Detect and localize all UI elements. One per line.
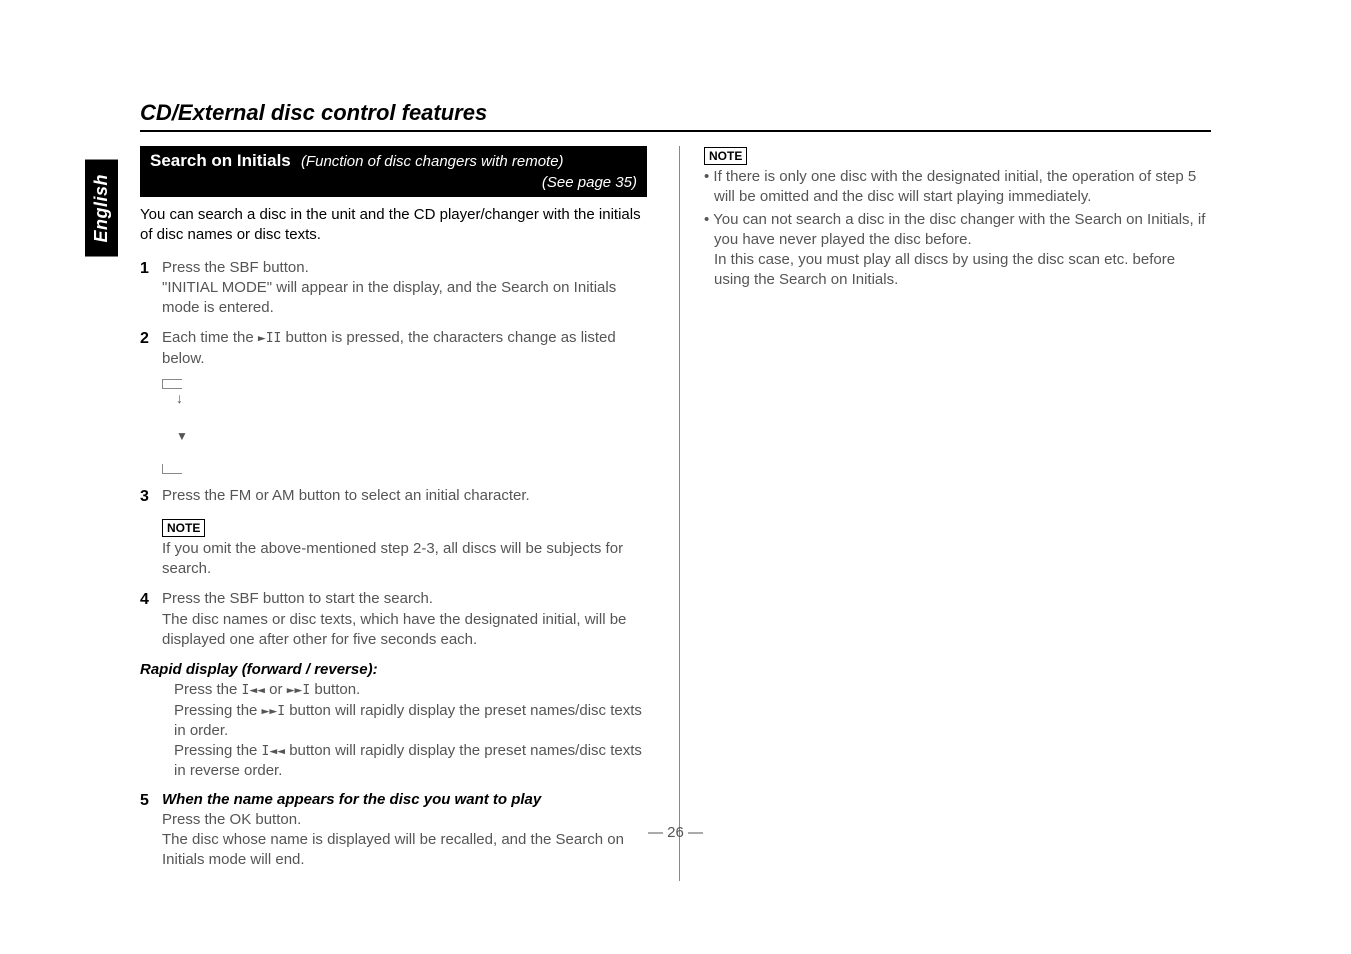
rapid-l1b: or [265, 681, 287, 698]
right-note-2-text: You can not search a disc in the disc ch… [713, 211, 1205, 248]
step-2: 2 Each time the ►II button is pressed, t… [140, 328, 647, 369]
next-icon: ►►I [262, 704, 285, 719]
step-number: 5 [140, 790, 162, 871]
right-column: NOTE • If there is only one disc with th… [679, 146, 1211, 881]
language-tab: English [85, 160, 118, 257]
step-1: 1 Press the SBF button. "INITIAL MODE" w… [140, 258, 647, 319]
play-pause-icon: ►II [258, 331, 281, 346]
chevron-down-icon: ▼ [176, 428, 192, 444]
step-4-line-1: Press the SBF button to start the search… [162, 590, 433, 607]
step-3-text: Press the FM or AM button to select an i… [162, 487, 530, 504]
step-4-line-2: The disc names or disc texts, which have… [162, 611, 626, 648]
step-number: 4 [140, 589, 162, 650]
step-4: 4 Press the SBF button to start the sear… [140, 589, 647, 650]
rapid-l2a: Pressing the [174, 702, 262, 719]
left-column: Search on Initials (Function of disc cha… [140, 146, 647, 881]
step-5-title: When the name appears for the disc you w… [162, 791, 541, 808]
arrow-down-icon: ↓ [176, 389, 192, 408]
step-number: 3 [140, 486, 162, 508]
inline-note-text: If you omit the above-mentioned step 2-3… [162, 539, 647, 580]
step-3: 3 Press the FM or AM button to select an… [140, 486, 647, 508]
title-underline [140, 130, 1211, 132]
rapid-display-body: Press the I◄◄ or ►►I button. Pressing th… [174, 680, 647, 781]
rapid-l1a: Press the [174, 681, 242, 698]
step-2-text-a: Each time the [162, 329, 258, 346]
step-1-line-2: "INITIAL MODE" will appear in the displa… [162, 279, 616, 316]
cycle-diagram: ↓ ▼ [162, 379, 192, 474]
right-note-1-text: If there is only one disc with the desig… [713, 168, 1196, 205]
banner-subtitle: (Function of disc changers with remote) [301, 153, 564, 170]
prev-icon: I◄◄ [262, 744, 285, 759]
right-note-1: • If there is only one disc with the des… [704, 167, 1211, 208]
rapid-l1c: button. [310, 681, 360, 698]
page-number: — 26 — [648, 824, 703, 841]
rapid-display-title: Rapid display (forward / reverse): [140, 660, 647, 680]
note-label: NOTE [704, 147, 747, 165]
step-5: 5 When the name appears for the disc you… [140, 790, 647, 871]
intro-text: You can search a disc in the unit and th… [140, 205, 647, 246]
step-number: 2 [140, 328, 162, 369]
prev-icon: I◄◄ [242, 683, 265, 698]
section-banner: Search on Initials (Function of disc cha… [140, 146, 647, 197]
step-5-line-1: Press the OK button. [162, 811, 301, 828]
step-5-line-2: The disc whose name is displayed will be… [162, 831, 624, 868]
right-note-2: • You can not search a disc in the disc … [704, 210, 1211, 291]
page-title: CD/External disc control features [140, 100, 1211, 126]
note-label: NOTE [162, 519, 205, 537]
step-number: 1 [140, 258, 162, 319]
right-note-2b-text: In this case, you must play all discs by… [714, 251, 1175, 288]
step-1-line-1: Press the SBF button. [162, 259, 309, 276]
banner-title: Search on Initials [150, 151, 291, 170]
rapid-l3a: Pressing the [174, 742, 262, 759]
banner-page-ref: (See page 35) [150, 173, 637, 193]
next-icon: ►►I [287, 683, 310, 698]
